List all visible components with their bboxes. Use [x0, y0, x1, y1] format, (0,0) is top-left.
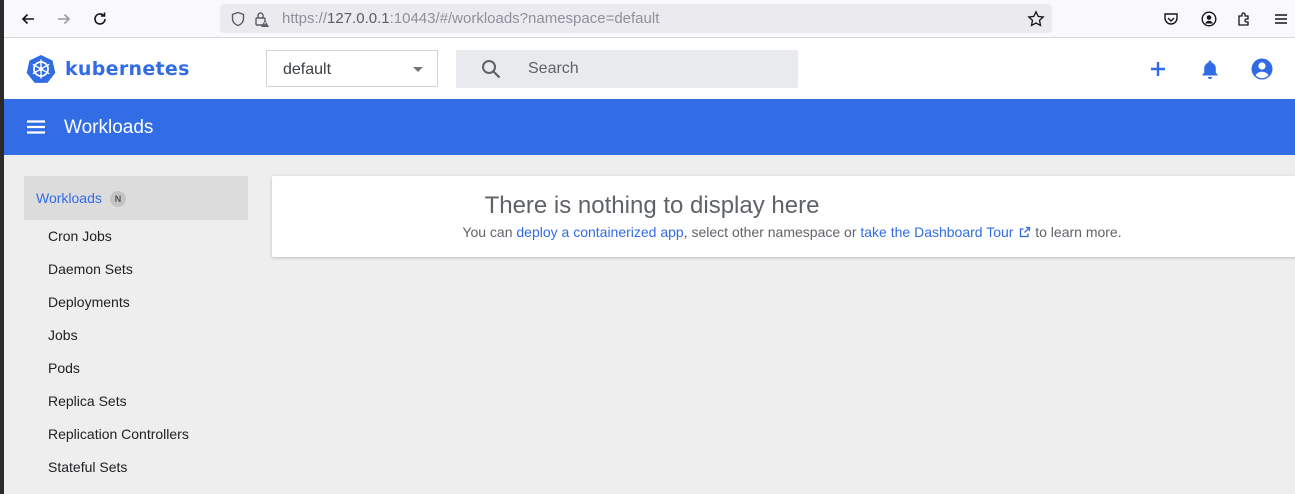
- create-plus-icon[interactable]: [1146, 57, 1170, 81]
- search-icon: [480, 58, 502, 85]
- sidebar-item-workloads[interactable]: Workloads N: [24, 176, 248, 220]
- nav-menu-icon[interactable]: [24, 115, 48, 139]
- notifications-bell-icon[interactable]: [1198, 57, 1222, 81]
- address-bar[interactable]: https://127.0.0.1:10443/#/workloads?name…: [220, 4, 1052, 33]
- sidebar-item-pods[interactable]: Pods: [24, 352, 248, 385]
- sidebar-item-replica-sets[interactable]: Replica Sets: [24, 385, 248, 418]
- logo-text: kubernetes: [65, 58, 190, 80]
- message-text-before: You can: [462, 224, 517, 240]
- message-text-middle: , select other namespace or: [683, 224, 861, 240]
- sidebar-item-daemon-sets[interactable]: Daemon Sets: [24, 253, 248, 286]
- search-box: [456, 50, 798, 88]
- empty-state-message: You can deploy a containerized app, sele…: [272, 224, 1295, 240]
- shield-icon[interactable]: [228, 9, 248, 29]
- namespaced-badge: N: [110, 191, 126, 207]
- sidebar-item-stateful-sets[interactable]: Stateful Sets: [24, 451, 248, 484]
- empty-state-title: There is nothing to display here: [484, 192, 820, 219]
- sidebar-nav: Workloads N Cron Jobs Daemon Sets Deploy…: [24, 176, 248, 484]
- menu-hamburger-icon[interactable]: [1271, 9, 1291, 29]
- forward-icon[interactable]: [52, 7, 76, 31]
- page-title: Workloads: [64, 117, 154, 138]
- page-toolbar: Workloads: [4, 99, 1295, 155]
- caret-down-icon: [413, 67, 423, 72]
- sidebar-item-cron-jobs[interactable]: Cron Jobs: [24, 220, 248, 253]
- dashboard-tour-link[interactable]: take the Dashboard Tour: [860, 224, 1013, 240]
- extensions-icon[interactable]: [1234, 9, 1254, 29]
- pocket-icon[interactable]: [1161, 9, 1181, 29]
- namespace-select[interactable]: default: [266, 50, 438, 87]
- browser-toolbar: https://127.0.0.1:10443/#/workloads?name…: [4, 0, 1295, 38]
- app-header: kubernetes default: [4, 38, 1295, 99]
- reload-icon[interactable]: [88, 7, 112, 31]
- kubernetes-logo[interactable]: kubernetes: [26, 54, 190, 84]
- sidebar-header-label: Workloads: [36, 190, 102, 206]
- namespace-value: default: [283, 61, 332, 78]
- deploy-app-link[interactable]: deploy a containerized app: [516, 224, 683, 240]
- sidebar-item-jobs[interactable]: Jobs: [24, 319, 248, 352]
- user-account-icon[interactable]: [1250, 57, 1274, 81]
- back-icon[interactable]: [16, 7, 40, 31]
- external-link-icon: [1020, 226, 1031, 238]
- account-icon[interactable]: [1199, 9, 1219, 29]
- empty-state-card: There is nothing to display here You can…: [272, 176, 1295, 257]
- sidebar-item-deployments[interactable]: Deployments: [24, 286, 248, 319]
- kubernetes-helm-icon: [26, 55, 56, 83]
- search-input[interactable]: [528, 50, 788, 88]
- sidebar-item-replication-controllers[interactable]: Replication Controllers: [24, 418, 248, 451]
- main-content: Workloads N Cron Jobs Daemon Sets Deploy…: [4, 155, 1295, 494]
- message-text-after: to learn more.: [1031, 224, 1122, 240]
- bookmark-star-icon[interactable]: [1026, 9, 1046, 29]
- url-text[interactable]: https://127.0.0.1:10443/#/workloads?name…: [282, 10, 659, 27]
- insecure-lock-icon[interactable]: [252, 9, 272, 29]
